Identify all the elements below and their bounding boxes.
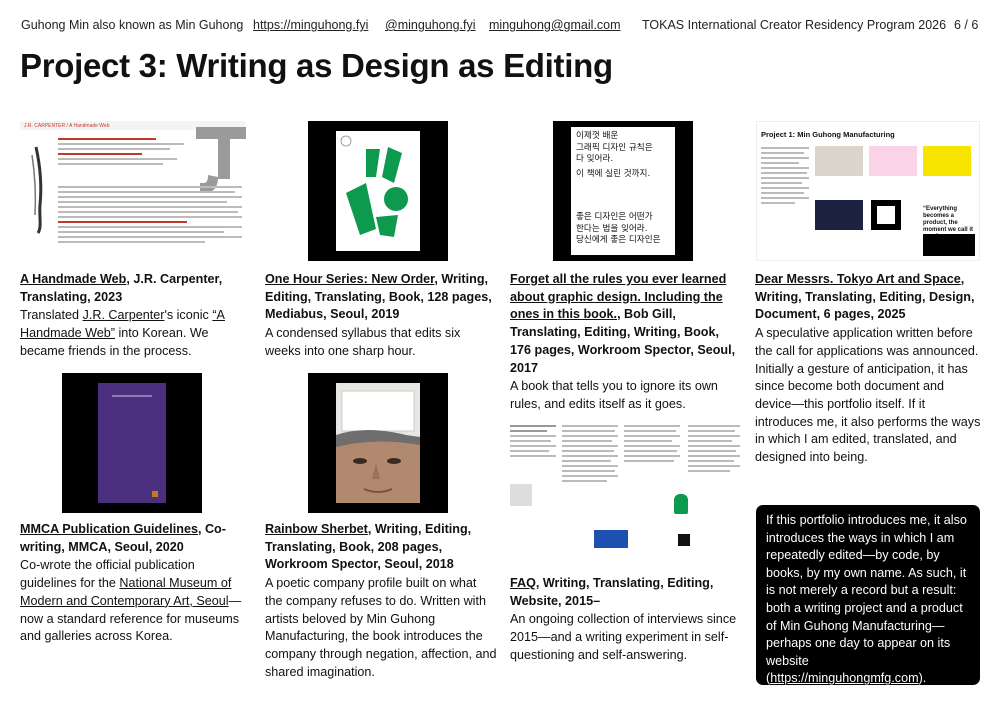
caption-rainbow-sherbet: Rainbow Sherbet, Writing, Editing, Trans…	[265, 522, 497, 679]
thumb-faq	[510, 422, 740, 567]
face-photo-icon	[336, 383, 420, 503]
top-bar: Guhong Min also known as Min Guhong http…	[21, 18, 983, 34]
statement-box: If this portfolio introduces me, it also…	[756, 505, 980, 685]
project-title-link[interactable]: Dear Messrs. Tokyo Art and Space	[755, 272, 961, 286]
author-name: Guhong Min also known as Min Guhong	[21, 18, 244, 32]
caption-dear-messrs: Dear Messrs. Tokyo Art and Space, Writin…	[755, 272, 981, 465]
thumb-forget-rules: 이제껏 배운 그래픽 디자인 규칙은 다 잊어라. 이 책에 실린 것까지. 좋…	[553, 121, 693, 261]
purple-book-cover	[98, 383, 166, 503]
thumb-handmade-web: J.R. CARPENTER / A Handmade Web	[20, 121, 246, 262]
program-name: TOKAS International Creator Residency Pr…	[642, 18, 947, 32]
arm-sketch-icon	[31, 146, 43, 234]
thumb-one-hour-series	[308, 121, 448, 261]
project-title-link[interactable]: FAQ	[510, 576, 536, 590]
photo-black	[923, 234, 975, 256]
handle-link[interactable]: @minguhong.fyi	[385, 18, 476, 32]
caption-mmca: MMCA Publication Guidelines, Co-writing,…	[20, 522, 242, 644]
page-title: Project 3: Writing as Design as Editing	[20, 47, 613, 84]
face-cover	[336, 383, 420, 503]
photo-yellow	[923, 146, 971, 176]
cover-line: 이제껏 배운	[576, 131, 619, 141]
thumb-mmca	[62, 373, 202, 513]
project-title-link[interactable]: Rainbow Sherbet	[265, 522, 368, 536]
caption-one-hour-series: One Hour Series: New Order, Writing, Edi…	[265, 272, 492, 358]
page-number: 6 / 6	[954, 18, 979, 32]
cover-line: 이 책에 실린 것까지.	[576, 168, 651, 179]
photo-frame	[871, 200, 901, 230]
mfg-website-link[interactable]: https://minguhongmfg.com	[770, 671, 918, 685]
email-link[interactable]: minguhong@gmail.com	[489, 18, 621, 32]
project-title-link[interactable]: MMCA Publication Guidelines	[20, 522, 198, 536]
cover-line: 한다는 법을 잊어라.	[576, 223, 648, 234]
thumb-rainbow-sherbet	[308, 373, 448, 513]
project-title-link[interactable]: A Handmade Web	[20, 272, 126, 286]
cover-line: 그래픽 디자인 규칙은	[576, 142, 653, 153]
portrait-photo	[510, 484, 532, 506]
caption-faq: FAQ, Writing, Translating, Editing, Webs…	[510, 576, 737, 662]
cover-line: 다 잊어라.	[576, 154, 614, 164]
green-shapes-cover	[340, 135, 408, 237]
photo-dark	[815, 200, 863, 230]
cover-line: 당신에게 좋은 디자인은	[576, 235, 661, 245]
blue-tile	[594, 530, 628, 548]
caption-handmade-web: A Handmade Web, J.R. Carpenter, Translat…	[20, 272, 225, 358]
cover-line: 좋은 디자인은 어떤가	[576, 212, 653, 222]
photo-room	[815, 146, 863, 176]
carpenter-link[interactable]: J.R. Carpenter	[83, 308, 165, 322]
photo-pink	[869, 146, 917, 176]
caption-forget-rules: Forget all the rules you ever learned ab…	[510, 272, 736, 411]
tote-bag	[678, 534, 690, 546]
thumb-dear-messrs: Project 1: Min Guhong Manufacturing “Eve…	[756, 121, 980, 261]
website-link[interactable]: https://minguhong.fyi	[253, 18, 368, 32]
thumb-heading: Project 1: Min Guhong Manufacturing	[761, 130, 895, 139]
project-title-link[interactable]: One Hour Series: New Order	[265, 272, 434, 286]
green-logo	[674, 494, 688, 514]
